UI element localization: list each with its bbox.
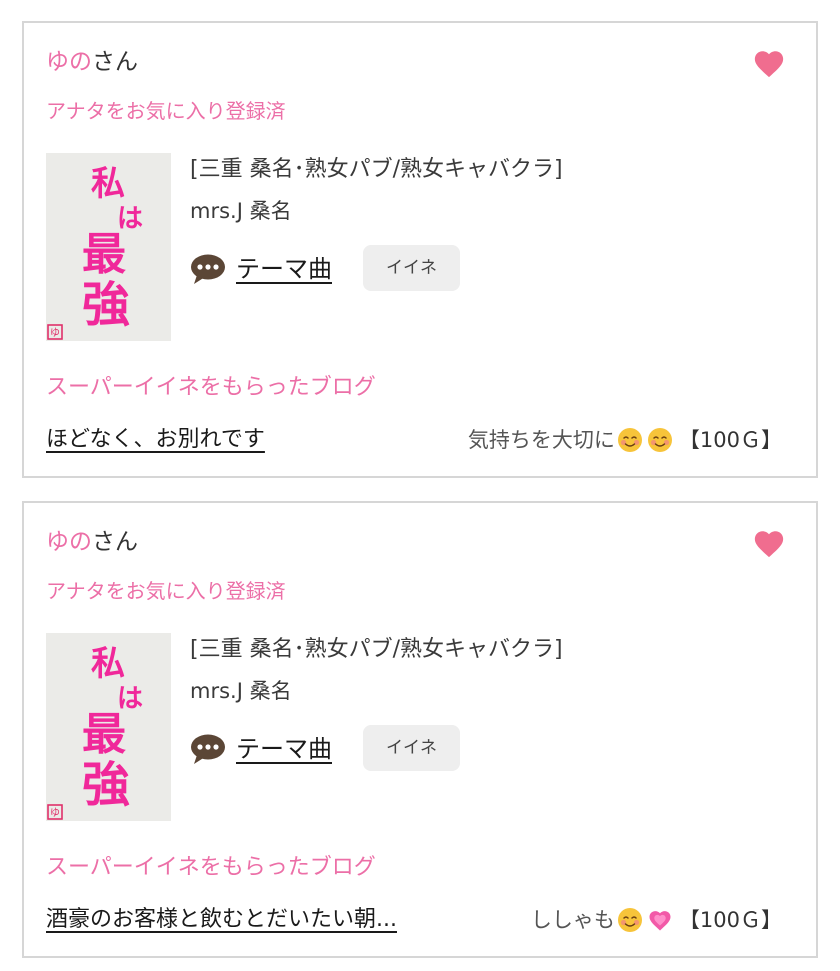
theme-song-link[interactable]: テーマ曲 xyxy=(190,253,332,285)
super-like-blog-heading: スーパーイイネをもらったブログ xyxy=(46,375,376,400)
blog-title-link[interactable]: ほどなく、お別れです xyxy=(46,425,265,455)
shop-name: mrs.J 桑名 xyxy=(190,199,292,223)
calligraphy-char: 私 xyxy=(91,644,125,684)
theme-song-label: テーマ曲 xyxy=(236,255,332,283)
chat-bubble-icon xyxy=(191,734,225,764)
comment-text: ししゃも xyxy=(530,908,615,932)
favorite-status: アナタをお気に入り登録済 xyxy=(46,99,286,123)
super-like-blog-heading: スーパーイイネをもらったブログ xyxy=(46,855,376,880)
shop-info: [三重 桑名･熟女パブ/熟女キャバクラ] mrs.J 桑名 xyxy=(190,155,563,225)
smiling-face-icon xyxy=(647,428,672,452)
theme-song-label: テーマ曲 xyxy=(236,735,332,763)
user-line: ゆのさん xyxy=(46,527,138,557)
user-honorific: さん xyxy=(92,529,138,555)
calligraphy-char: 強 xyxy=(82,757,130,813)
shop-info: [三重 桑名･熟女パブ/熟女キャバクラ] mrs.J 桑名 xyxy=(190,635,563,705)
calligraphy-char: 最 xyxy=(82,709,126,760)
shop-category: [三重 桑名･熟女パブ/熟女キャバクラ] xyxy=(190,157,563,182)
profile-thumbnail[interactable]: 私 は 最 強 ゆ xyxy=(46,153,171,341)
user-line: ゆのさん xyxy=(46,47,138,77)
heart-icon[interactable] xyxy=(752,527,786,561)
calligraphy-char: 私 xyxy=(91,164,125,204)
user-name-link[interactable]: ゆの xyxy=(46,529,92,555)
seal-stamp: ゆ xyxy=(50,807,60,819)
profile-thumbnail[interactable]: 私 は 最 強 ゆ xyxy=(46,633,171,821)
blog-title-link[interactable]: 酒豪のお客様と飲むとだいたい朝... xyxy=(46,905,397,935)
theme-song-link[interactable]: テーマ曲 xyxy=(190,733,332,765)
seal-stamp: ゆ xyxy=(50,327,60,339)
comment-text: 気持ちを大切に xyxy=(467,428,615,452)
smiling-face-icon xyxy=(617,428,642,452)
like-button[interactable]: イイネ xyxy=(363,725,460,771)
like-button[interactable]: イイネ xyxy=(363,245,460,291)
chat-bubble-icon xyxy=(191,254,225,284)
gift-points: 【100Ｇ】 xyxy=(678,908,782,932)
calligraphy-char: 強 xyxy=(82,277,130,333)
calligraphy-char: 最 xyxy=(82,229,126,280)
favorite-status: アナタをお気に入り登録済 xyxy=(46,579,286,603)
smiling-face-icon xyxy=(617,908,642,932)
shop-category: [三重 桑名･熟女パブ/熟女キャバクラ] xyxy=(190,637,563,662)
shop-name: mrs.J 桑名 xyxy=(190,679,292,703)
growing-heart-icon xyxy=(649,911,671,931)
user-honorific: さん xyxy=(92,49,138,75)
favorite-card: ゆのさん アナタをお気に入り登録済 私 は 最 強 ゆ [三重 桑名･熟女パブ/… xyxy=(22,21,818,478)
heart-icon[interactable] xyxy=(752,47,786,81)
super-like-comment: 気持ちを大切に 【100Ｇ】 xyxy=(468,425,782,455)
super-like-comment: ししゃも 【100Ｇ】 xyxy=(531,905,782,935)
user-name-link[interactable]: ゆの xyxy=(46,49,92,75)
favorite-card: ゆのさん アナタをお気に入り登録済 私 は 最 強 ゆ [三重 桑名･熟女パブ/… xyxy=(22,501,818,958)
gift-points: 【100Ｇ】 xyxy=(678,428,782,452)
